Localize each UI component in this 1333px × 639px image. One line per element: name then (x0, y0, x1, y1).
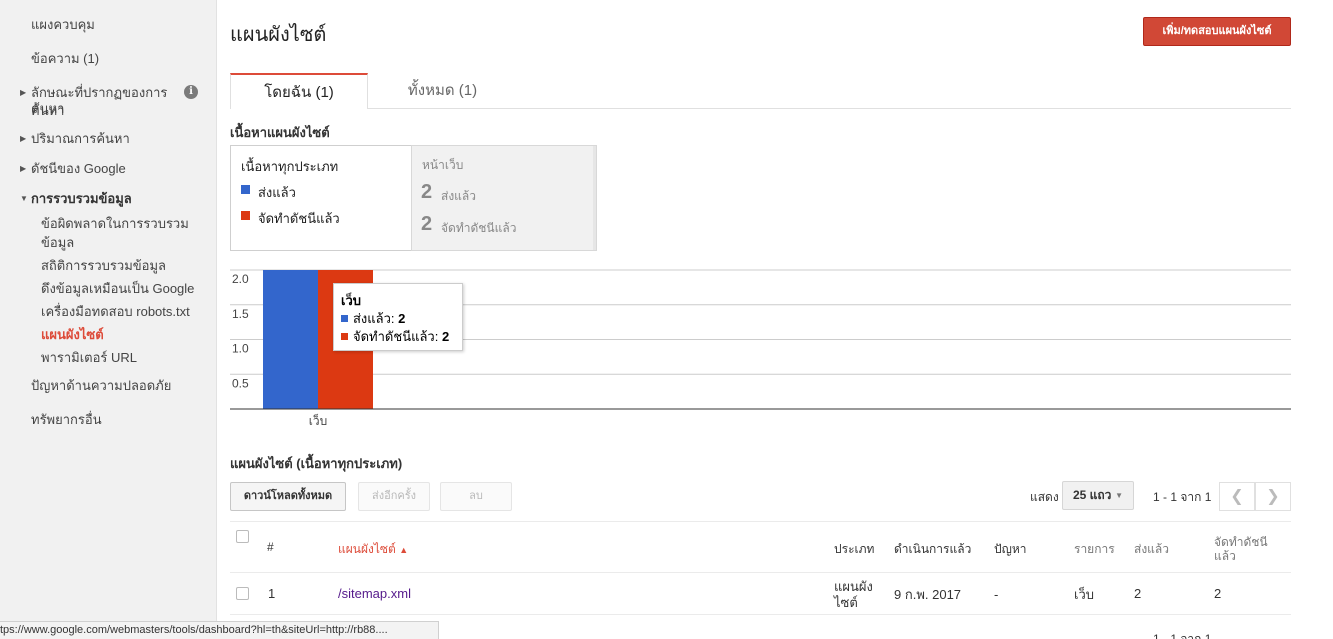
row-processed: 9 ก.พ. 2017 (894, 587, 962, 602)
tooltip-value-submitted: 2 (398, 311, 406, 326)
sidebar-item-security[interactable]: ปัญหาด้านความปลอดภัย (31, 377, 171, 395)
col-header-issues[interactable]: ปัญหา (994, 540, 1027, 559)
expand-triangle-icon[interactable]: ▶ (20, 164, 26, 173)
tab-divider (230, 108, 1291, 109)
browser-status-bar: tps://www.google.com/webmasters/tools/da… (0, 621, 439, 639)
sidebar-item-crawl-errors[interactable]: ข้อผิดพลาดในการรวบรวม (41, 215, 189, 233)
row-type: แผนผัง (834, 579, 873, 594)
col-header-submitted[interactable]: ส่งแล้ว (1134, 540, 1169, 559)
rows-show-label: แสดง (1030, 490, 1059, 504)
legend-swatch-submitted (241, 185, 250, 194)
delete-button[interactable]: ลบ (440, 482, 512, 511)
expand-triangle-icon[interactable]: ▶ (20, 88, 26, 97)
web-indexed-count: 2 (421, 213, 433, 235)
col-header-sitemap[interactable]: แผนผังไซต์ ▲ (338, 540, 408, 559)
app-root: แผงควบคุม ข้อความ (1) ▶ ลักษณะที่ปรากฏขอ… (0, 0, 1333, 639)
legend-label-indexed: จัดทำดัชนีแล้ว (258, 211, 340, 226)
legend-label-submitted: ส่งแล้ว (258, 185, 296, 200)
sidebar-item-dashboard[interactable]: แผงควบคุม (31, 16, 95, 34)
row-submitted: 2 (1134, 586, 1142, 601)
sidebar: แผงควบคุม ข้อความ (1) ▶ ลักษณะที่ปรากฏขอ… (0, 0, 217, 639)
y-tick-label: 0.5 (232, 376, 249, 390)
sidebar-item-other-resources[interactable]: ทรัพยากรอื่น (31, 411, 102, 429)
resubmit-button[interactable]: ส่งอีกครั้ง (358, 482, 430, 511)
add-test-sitemap-button[interactable]: เพิ่ม/ทดสอบแผนผังไซต์ (1143, 17, 1291, 46)
sidebar-item-search-appearance-line2: ค้นหา (31, 101, 65, 116)
table-row-border (230, 614, 1291, 615)
pager-range: 1 - 1 จาก 1 (1153, 490, 1212, 504)
bottom-pager-range: 1 - 1 จาก 1 (1153, 632, 1212, 639)
col-header-processed[interactable]: ดำเนินการแล้ว (894, 540, 971, 559)
select-all-checkbox[interactable] (236, 530, 249, 543)
legend-title: เนื้อหาทุกประเภท (241, 159, 339, 174)
sidebar-item-google-index[interactable]: ดัชนีของ Google (31, 160, 126, 178)
sort-ascending-icon: ▲ (399, 545, 409, 555)
col-header-type[interactable]: ประเภท (834, 540, 874, 559)
row-type-line2: ไซต์ (834, 595, 858, 610)
sidebar-item-fetch-as-google[interactable]: ดึงข้อมูลเหมือนเป็น Google (41, 280, 194, 298)
collapse-triangle-icon[interactable]: ▼ (20, 194, 28, 203)
row-number: 1 (268, 586, 276, 601)
row-indexed: 2 (1214, 586, 1222, 601)
tooltip-label-indexed: จัดทำดัชนีแล้ว: (353, 329, 439, 344)
y-tick-label: 2.0 (232, 272, 249, 286)
col-header-items[interactable]: รายการ (1074, 540, 1115, 559)
page-title: แผนผังไซต์ (230, 24, 327, 46)
sidebar-item-robots-tester[interactable]: เครื่องมือทดสอบ robots.txt (41, 303, 190, 321)
sidebar-item-sitemaps[interactable]: แผนผังไซต์ (41, 326, 104, 344)
tooltip-swatch-submitted (341, 315, 348, 322)
row-checkbox[interactable] (236, 587, 249, 600)
web-pages-title: หน้าเว็บ (422, 158, 464, 172)
sidebar-item-messages[interactable]: ข้อความ (1) (31, 50, 99, 68)
sidebar-item-crawl-errors-line2[interactable]: ข้อมูล (41, 234, 74, 252)
table-heading: แผนผังไซต์ (เนื้อหาทุกประเภท) (230, 456, 403, 471)
legend-swatch-indexed (241, 211, 250, 220)
x-tick-label: เว็บ (309, 413, 327, 428)
col-header-indexed-line2: แล้ว (1214, 549, 1236, 563)
sidebar-item-crawl-stats[interactable]: สถิติการรวบรวมข้อมูล (41, 257, 166, 275)
tab-all[interactable]: ทั้งหมด (1) (370, 73, 515, 109)
sidebar-item-crawl[interactable]: การรวบรวมข้อมูล (31, 190, 132, 208)
rows-per-page-select[interactable]: 25 แถว ▼ (1062, 481, 1134, 510)
web-indexed-label: จัดทำดัชนีแล้ว (441, 221, 517, 235)
rows-per-page-value: 25 แถว (1073, 488, 1112, 502)
bar-submitted (263, 270, 318, 409)
tooltip-row-indexed: จัดทำดัชนีแล้ว: 2 (341, 326, 449, 347)
dropdown-caret-icon: ▼ (1115, 491, 1123, 500)
tooltip-swatch-indexed (341, 333, 348, 340)
tooltip-value-indexed: 2 (441, 329, 450, 344)
col-header-number: # (267, 540, 274, 554)
section-heading: เนื้อหาแผนผังไซต์ (230, 125, 330, 140)
download-all-button[interactable]: ดาวน์โหลดทั้งหมด (230, 482, 346, 511)
chevron-left-icon[interactable]: ❮ (1219, 482, 1255, 511)
expand-triangle-icon[interactable]: ▶ (20, 134, 26, 143)
row-issues: - (994, 587, 999, 602)
web-submitted-label: ส่งแล้ว (441, 189, 477, 203)
table-top-border (230, 521, 1291, 522)
y-tick-label: 1.0 (232, 342, 249, 356)
row-items: เว็บ (1074, 587, 1094, 602)
y-tick-label: 1.5 (232, 307, 249, 321)
col-header-sitemap-label: แผนผังไซต์ (338, 542, 396, 556)
web-submitted-count: 2 (421, 181, 433, 203)
tab-by-me[interactable]: โดยฉัน (1) (230, 73, 368, 109)
table-header-border (230, 572, 1291, 573)
info-icon[interactable]: i (184, 85, 198, 99)
chevron-right-icon[interactable]: ❯ (1255, 482, 1291, 511)
sidebar-item-search-traffic[interactable]: ปริมาณการค้นหา (31, 130, 130, 148)
sitemap-link[interactable]: /sitemap.xml (338, 586, 411, 602)
tooltip-label-submitted: ส่งแล้ว: (353, 311, 395, 326)
sidebar-item-url-parameters[interactable]: พารามิเตอร์ URL (41, 349, 137, 367)
